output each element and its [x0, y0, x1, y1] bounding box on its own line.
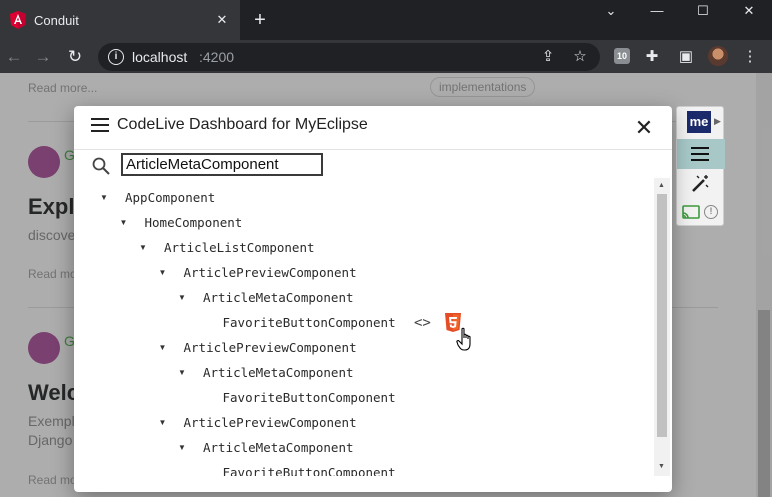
- tree-expand-caret-icon[interactable]: ▼: [100, 188, 110, 208]
- search-icon: [92, 157, 110, 175]
- tab-title: Conduit: [34, 13, 79, 28]
- hamburger-menu-icon[interactable]: [91, 118, 109, 132]
- myeclipse-logo[interactable]: me: [687, 111, 711, 133]
- tree-expand-caret-icon[interactable]: ▼: [178, 363, 188, 383]
- share-icon[interactable]: ⇪: [538, 47, 558, 67]
- component-search-input[interactable]: [121, 153, 323, 176]
- codelive-dialog: CodeLive Dashboard for MyEclipse ✕ ▼ AppC…: [74, 106, 672, 492]
- browser-menu-icon[interactable]: ⋮: [740, 47, 760, 67]
- tree-expand-caret-icon[interactable]: ▼: [120, 213, 130, 233]
- side-panel-icon[interactable]: ▣: [676, 47, 696, 67]
- maximize-button[interactable]: ☐: [680, 0, 726, 24]
- address-bar[interactable]: i localhost :4200 ⇪ ☆: [98, 43, 600, 71]
- bookmark-star-icon[interactable]: ☆: [570, 47, 590, 67]
- site-info-icon[interactable]: i: [108, 49, 124, 65]
- scroll-up-arrow-icon[interactable]: ▲: [658, 182, 665, 189]
- scroll-down-arrow-icon[interactable]: ▼: [658, 463, 665, 470]
- url-port: :4200: [199, 49, 235, 65]
- cast-icon[interactable]: [682, 205, 700, 219]
- minimize-button[interactable]: —: [634, 0, 680, 24]
- hand-pointer-cursor-icon: [456, 327, 471, 351]
- view-code-icon[interactable]: <>: [414, 315, 431, 331]
- dialog-title: CodeLive Dashboard for MyEclipse: [117, 116, 368, 133]
- browser-titlebar: Conduit ✕ + ⌄ — ☐ ✕: [0, 0, 772, 40]
- extension-badge-icon[interactable]: 10: [614, 48, 630, 64]
- tree-node[interactable]: FavoriteButtonComponent: [223, 313, 396, 333]
- forward-button[interactable]: →: [32, 46, 54, 68]
- angular-icon: [10, 11, 26, 29]
- tree-expand-caret-icon[interactable]: ▼: [159, 338, 169, 358]
- tree-node[interactable]: AppComponent: [125, 188, 215, 208]
- back-button[interactable]: ←: [3, 46, 25, 68]
- panel-menu-button[interactable]: [677, 139, 725, 169]
- tree-node[interactable]: FavoriteButtonComponent: [223, 463, 396, 476]
- tree-node[interactable]: ArticleMetaComponent: [203, 288, 354, 308]
- window-close-button[interactable]: ✕: [726, 0, 772, 24]
- myeclipse-panel: me ▶ !: [676, 106, 725, 226]
- info-icon[interactable]: !: [704, 205, 718, 219]
- dialog-header: CodeLive Dashboard for MyEclipse ✕: [74, 106, 672, 150]
- tree-node[interactable]: ArticleMetaComponent: [203, 438, 354, 458]
- tree-scrollbar-thumb[interactable]: [657, 194, 667, 437]
- tree-expand-caret-icon[interactable]: ▼: [178, 438, 188, 458]
- dialog-close-icon[interactable]: ✕: [634, 117, 654, 139]
- new-tab-button[interactable]: +: [250, 10, 270, 30]
- browser-toolbar: ← → ↻ i localhost :4200 ⇪ ☆ ✚ ▣ ⋮: [0, 40, 772, 73]
- tab-search-icon[interactable]: ⌄: [588, 0, 634, 24]
- tree-node[interactable]: ArticleMetaComponent: [203, 363, 354, 383]
- panel-expand-arrow-icon[interactable]: ▶: [714, 116, 721, 127]
- magic-wand-icon[interactable]: [689, 173, 711, 195]
- tree-node[interactable]: ArticleListComponent: [164, 238, 315, 258]
- profile-avatar[interactable]: [708, 46, 728, 66]
- tree-expand-caret-icon[interactable]: ▼: [159, 263, 169, 283]
- tree-node[interactable]: ArticlePreviewComponent: [184, 263, 357, 283]
- component-tree: ▼ AppComponent ▼ HomeComponent ▼ ArticleListC…: [74, 186, 654, 476]
- url-host: localhost: [132, 49, 188, 65]
- tree-node[interactable]: HomeComponent: [145, 213, 243, 233]
- tree-node[interactable]: ArticlePreviewComponent: [184, 413, 357, 433]
- tree-node[interactable]: ArticlePreviewComponent: [184, 338, 357, 358]
- tree-expand-caret-icon[interactable]: ▼: [178, 288, 188, 308]
- hamburger-menu-icon: [691, 147, 709, 161]
- reload-button[interactable]: ↻: [64, 46, 86, 68]
- browser-tab-conduit[interactable]: Conduit ✕: [0, 0, 240, 40]
- tree-node[interactable]: FavoriteButtonComponent: [223, 388, 396, 408]
- tree-expand-caret-icon[interactable]: ▼: [159, 413, 169, 433]
- tab-close-icon[interactable]: ✕: [214, 12, 230, 28]
- tree-expand-caret-icon[interactable]: ▼: [139, 238, 149, 258]
- extensions-puzzle-icon[interactable]: ✚: [642, 47, 662, 67]
